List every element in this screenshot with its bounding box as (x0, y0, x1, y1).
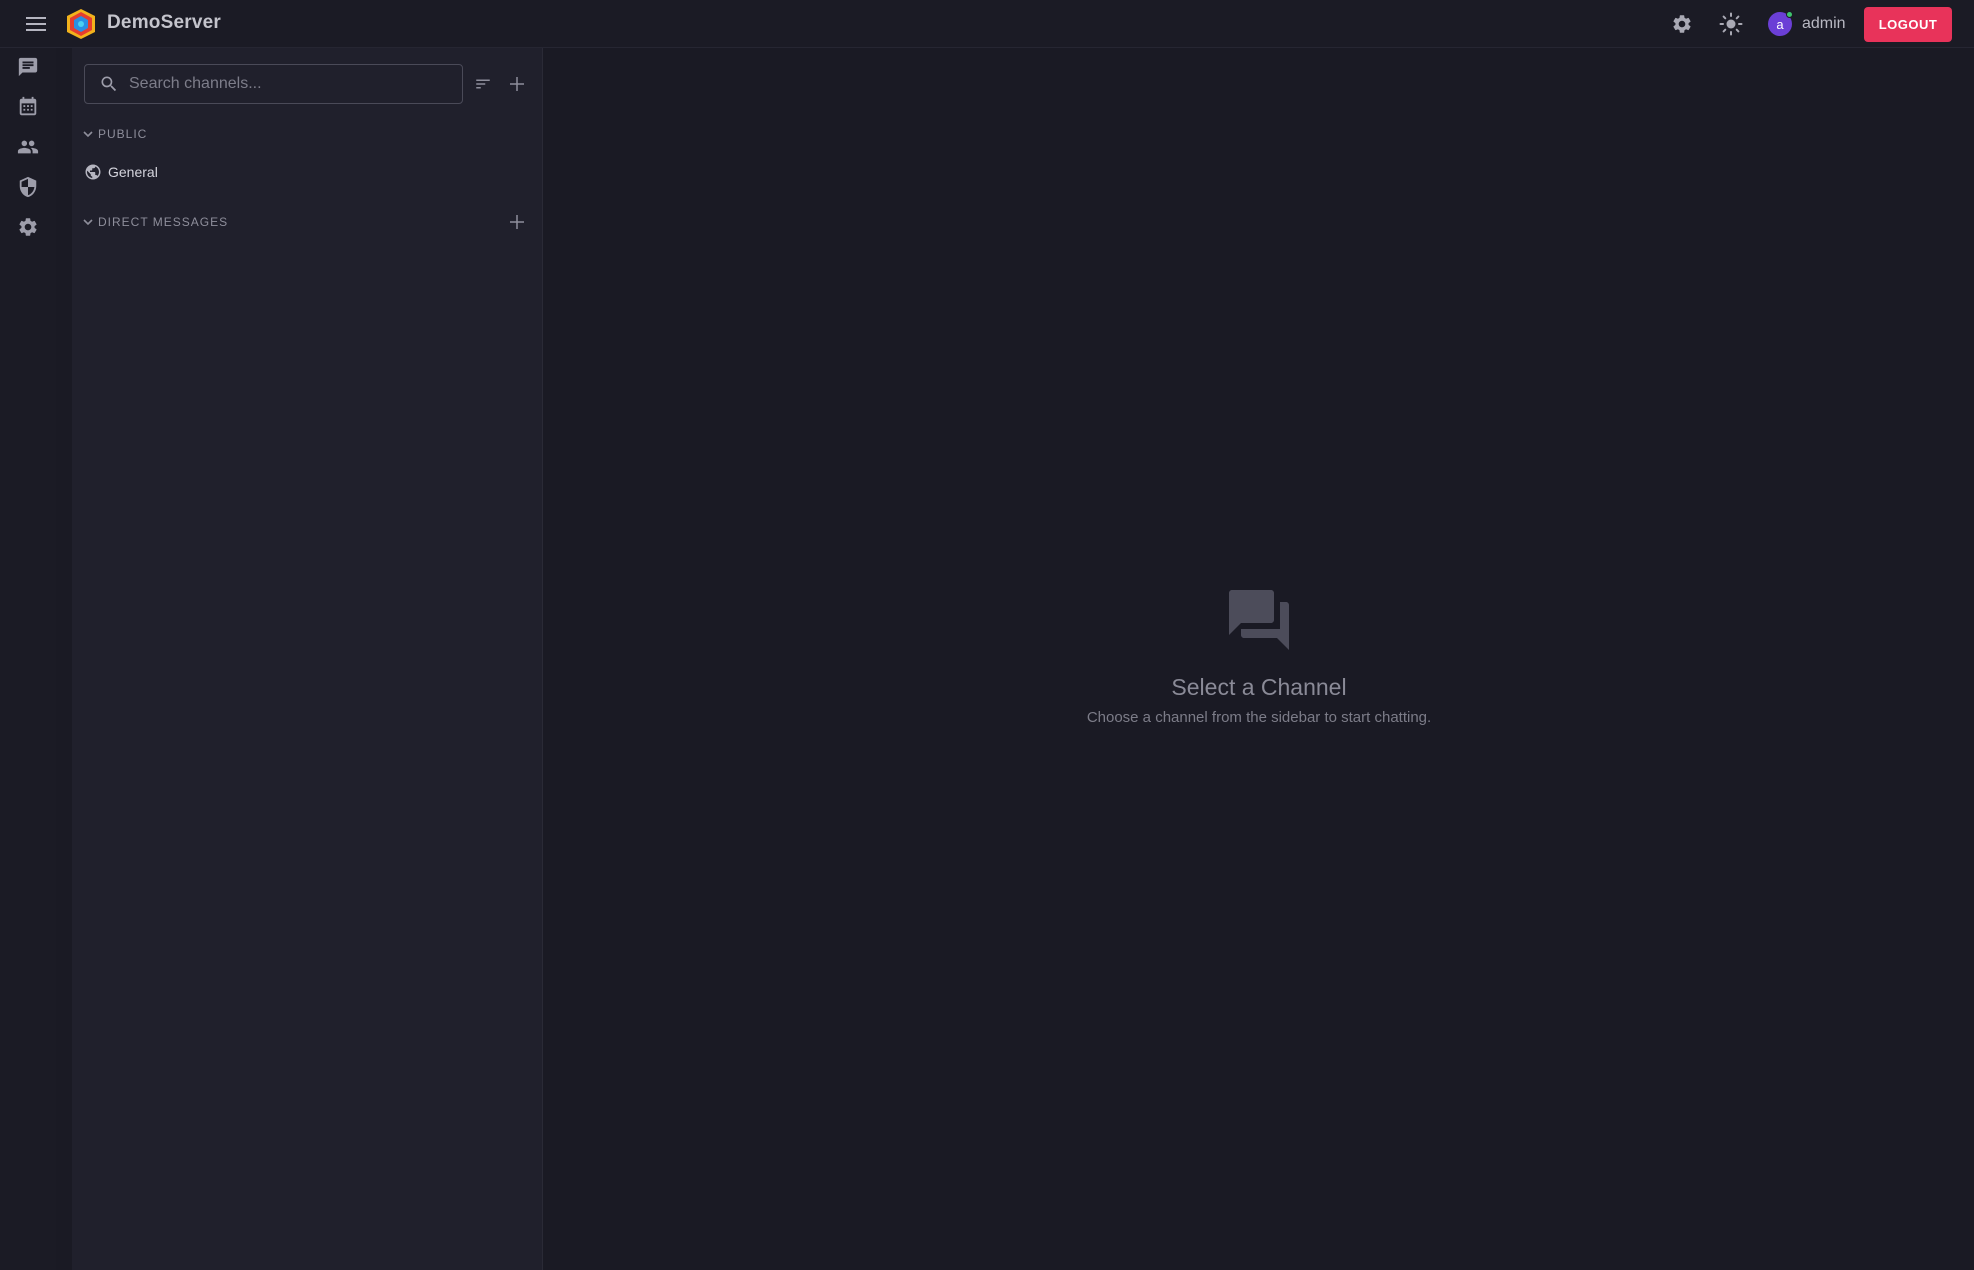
globe-icon (85, 164, 101, 180)
section-header-direct-messages[interactable]: DIRECT MESSAGES (82, 212, 228, 232)
plus-icon (510, 215, 524, 229)
people-icon (17, 140, 39, 154)
empty-state: Select a Channel Choose a channel from t… (544, 584, 1974, 726)
chat-icon (18, 57, 38, 77)
section-label: PUBLIC (98, 127, 148, 141)
rail-item-chat[interactable] (14, 53, 42, 81)
section-header-public[interactable]: PUBLIC (82, 124, 147, 144)
plus-icon (510, 77, 524, 91)
user-menu[interactable]: a admin (1768, 11, 1846, 37)
top-bar: DemoServer a admin LOGOUT (0, 0, 1974, 48)
rail-item-calendar[interactable] (14, 93, 42, 121)
logout-button[interactable]: LOGOUT (1864, 7, 1952, 42)
theme-toggle-button[interactable] (1718, 11, 1744, 37)
gear-icon (19, 218, 37, 236)
menu-toggle-button[interactable] (22, 12, 50, 36)
username: admin (1802, 15, 1846, 32)
hamburger-menu-icon (26, 17, 46, 31)
navigation-rail (0, 48, 56, 1270)
section-label: DIRECT MESSAGES (98, 215, 229, 229)
chevron-down-icon (83, 219, 93, 226)
gear-icon (1673, 15, 1691, 33)
sort-channels-button[interactable] (471, 72, 495, 96)
online-status-indicator (1786, 11, 1793, 18)
app-title: DemoServer (107, 12, 221, 33)
search-icon (99, 74, 119, 94)
rail-item-settings[interactable] (14, 213, 42, 241)
channel-search-box (84, 64, 463, 104)
add-channel-button[interactable] (505, 72, 529, 96)
calendar-icon (19, 96, 37, 116)
sun-icon (1719, 12, 1743, 36)
empty-state-title: Select a Channel (1171, 674, 1347, 700)
chevron-down-icon (83, 131, 93, 138)
main-content: Select a Channel Choose a channel from t… (544, 48, 1974, 1270)
avatar: a (1768, 11, 1793, 36)
channel-item-general[interactable]: General (84, 158, 524, 186)
sort-icon (476, 79, 490, 89)
channel-name: General (108, 164, 158, 180)
forum-icon (1229, 590, 1289, 650)
shield-icon (19, 176, 37, 198)
app-logo (64, 8, 98, 40)
settings-button[interactable] (1669, 11, 1695, 37)
empty-state-subtitle: Choose a channel from the sidebar to sta… (1086, 709, 1432, 726)
channel-sidebar: PUBLIC General DIRECT MESSAGES (72, 48, 543, 1270)
rail-item-people[interactable] (14, 133, 42, 161)
add-direct-message-button[interactable] (505, 210, 529, 234)
search-input[interactable] (129, 69, 462, 99)
avatar-letter: a (1776, 16, 1784, 32)
rail-item-security[interactable] (14, 173, 42, 201)
